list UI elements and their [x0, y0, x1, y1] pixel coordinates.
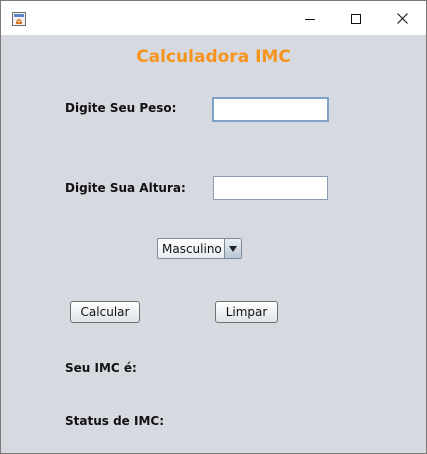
peso-input[interactable]: [212, 97, 329, 122]
page-title: Calculadora IMC: [136, 47, 291, 67]
sexo-select-value: Masculino: [162, 242, 222, 256]
chevron-down-icon[interactable]: [224, 239, 241, 258]
close-icon: [396, 9, 408, 28]
peso-label: Digite Seu Peso:: [65, 101, 177, 115]
altura-label: Digite Sua Altura:: [65, 181, 186, 195]
maximize-button[interactable]: [333, 1, 379, 35]
java-icon[interactable]: [11, 11, 27, 27]
app-window: Calculadora IMC Digite Seu Peso: Digite …: [0, 0, 427, 454]
minimize-button[interactable]: [287, 1, 333, 35]
altura-input[interactable]: [213, 176, 328, 200]
title-bar[interactable]: [1, 1, 426, 35]
maximize-icon: [351, 9, 361, 28]
sexo-select[interactable]: Masculino: [157, 238, 242, 259]
imc-result-label: Seu IMC é:: [65, 361, 137, 375]
minimize-icon: [305, 9, 315, 28]
close-button[interactable]: [379, 1, 425, 35]
imc-status-label: Status de IMC:: [65, 414, 164, 428]
limpar-button[interactable]: Limpar: [215, 301, 278, 323]
calcular-button[interactable]: Calcular: [70, 301, 140, 323]
